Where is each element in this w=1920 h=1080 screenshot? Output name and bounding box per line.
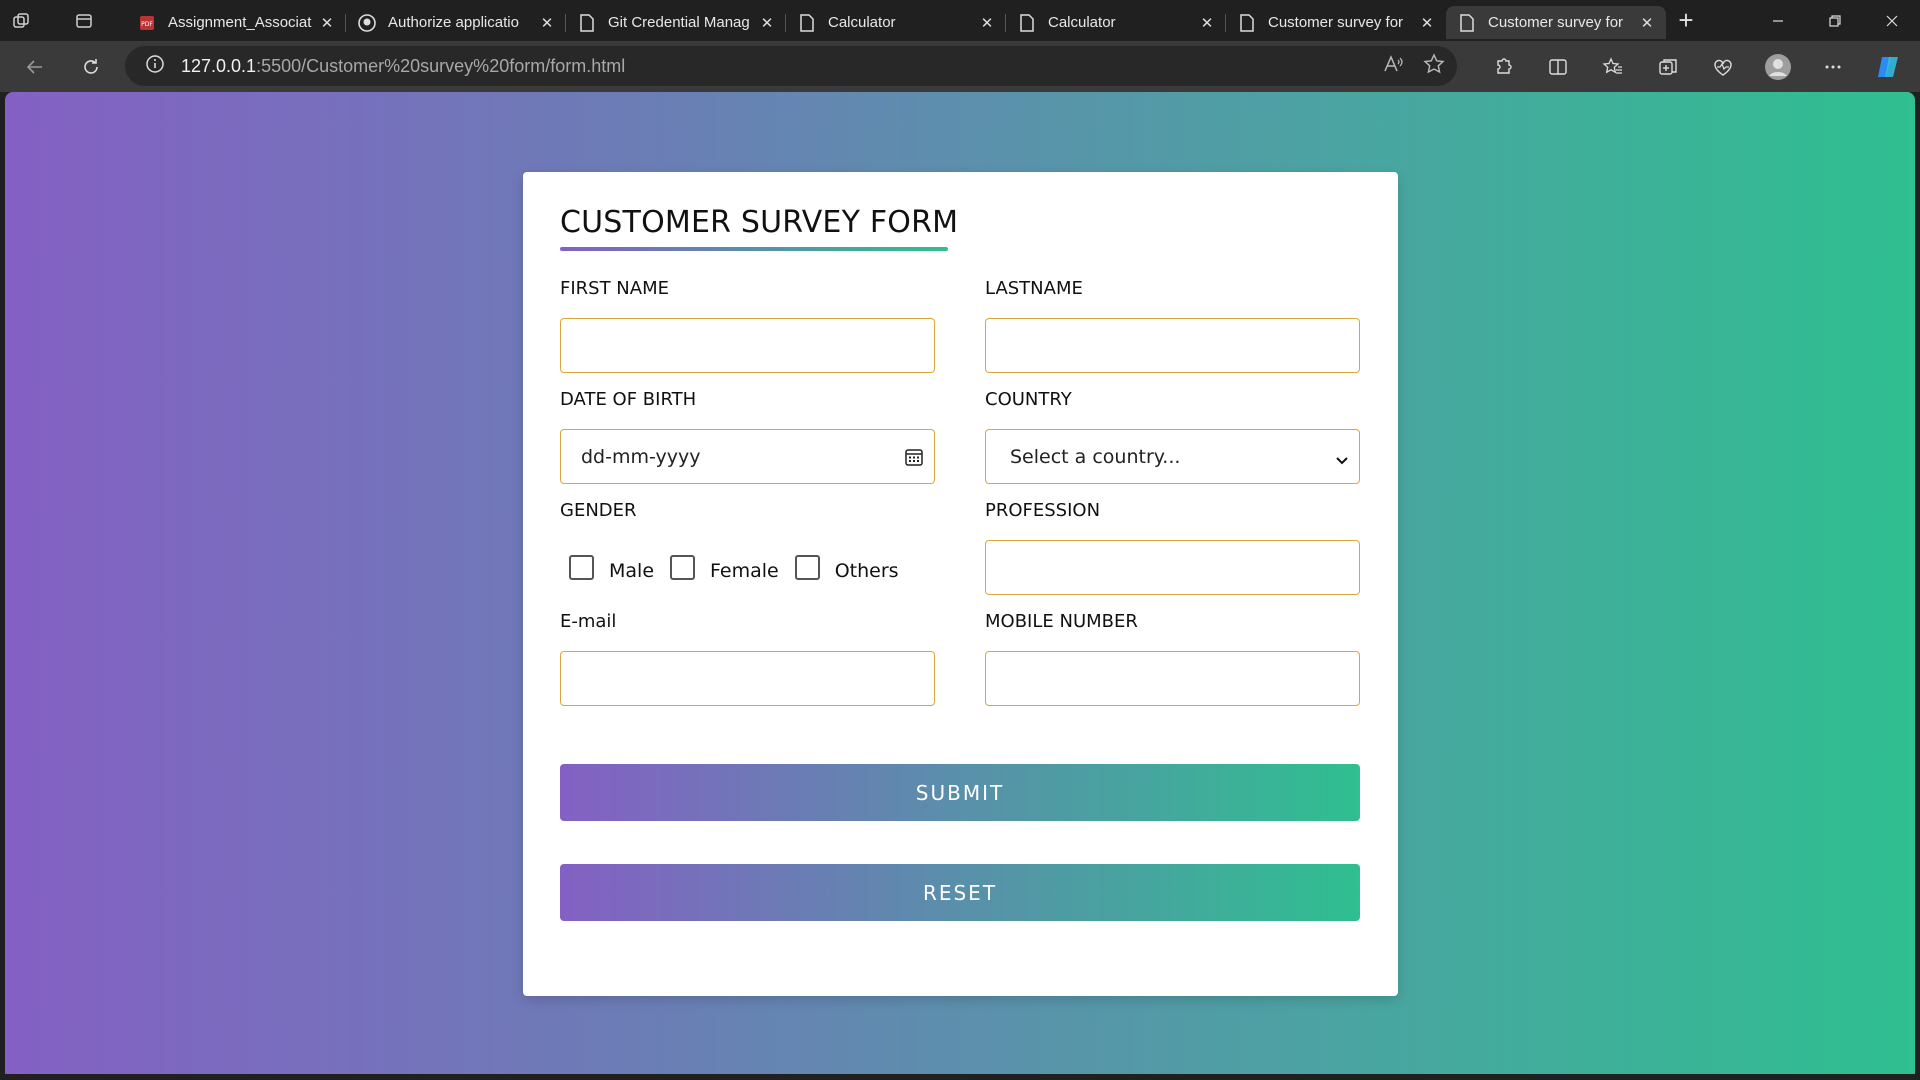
female-checkbox[interactable] xyxy=(670,554,696,580)
page-icon xyxy=(1458,13,1476,32)
submit-button[interactable]: SUBMIT xyxy=(560,764,1360,821)
workspaces-icon[interactable] xyxy=(0,0,41,41)
chevron-down-icon xyxy=(1335,450,1349,472)
close-tab-icon[interactable]: ✕ xyxy=(758,14,776,32)
email-label: E-mail xyxy=(560,611,617,632)
reset-button[interactable]: RESET xyxy=(560,864,1360,921)
github-icon xyxy=(358,13,376,32)
mobile-input[interactable] xyxy=(985,651,1360,706)
tab-strip: PDF Assignment_Associat ✕ Authorize appl… xyxy=(0,0,1920,41)
gender-field: GENDER xyxy=(560,500,935,526)
tab-title: Authorize applicatio xyxy=(388,14,519,31)
favorites-icon[interactable] xyxy=(1585,41,1640,92)
country-select[interactable]: Select a country... xyxy=(985,429,1360,484)
mobile-label: MOBILE NUMBER xyxy=(985,611,1138,632)
browser-essentials-icon[interactable] xyxy=(1695,41,1750,92)
browser-tab[interactable]: Customer survey for ✕ xyxy=(1226,6,1446,39)
collections-icon[interactable] xyxy=(1640,41,1695,92)
dob-input[interactable]: dd-mm-yyyy xyxy=(560,429,935,484)
profession-field: PROFESSION xyxy=(985,500,1360,595)
more-options-icon[interactable] xyxy=(1805,41,1860,92)
email-field: E-mail xyxy=(560,611,935,706)
close-window-icon[interactable] xyxy=(1863,0,1920,41)
favorite-star-icon[interactable] xyxy=(1423,53,1445,79)
browser-tab-active[interactable]: Customer survey for ✕ xyxy=(1446,6,1666,39)
read-aloud-icon[interactable] xyxy=(1383,54,1403,78)
survey-form-card: CUSTOMER SURVEY FORM FIRST NAME LASTNAME… xyxy=(523,172,1398,996)
others-checkbox[interactable] xyxy=(794,554,820,580)
url-path: :5500/Customer%20survey%20form/form.html xyxy=(256,55,626,76)
calendar-icon[interactable] xyxy=(904,447,924,472)
dob-label: DATE OF BIRTH xyxy=(560,389,697,410)
close-tab-icon[interactable]: ✕ xyxy=(318,14,336,32)
close-tab-icon[interactable]: ✕ xyxy=(1418,14,1436,32)
url-host: 127.0.0.1 xyxy=(181,55,257,76)
country-label: COUNTRY xyxy=(985,389,1072,410)
gender-options: Male Female Others xyxy=(560,552,899,582)
others-label: Others xyxy=(834,560,899,582)
first-name-input[interactable] xyxy=(560,318,935,373)
browser-tab[interactable]: PDF Assignment_Associat ✕ xyxy=(126,6,346,39)
tab-title: Calculator xyxy=(828,14,896,31)
address-bar[interactable]: 127.0.0.1:5500/Customer%20survey%20form/… xyxy=(125,46,1457,86)
svg-text:PDF: PDF xyxy=(141,21,153,28)
first-name-label: FIRST NAME xyxy=(560,278,669,299)
form-title: CUSTOMER SURVEY FORM xyxy=(560,205,959,240)
page-icon xyxy=(1238,13,1256,32)
address-toolbar: 127.0.0.1:5500/Customer%20survey%20form/… xyxy=(0,41,1920,92)
page-icon xyxy=(578,13,596,32)
tab-title: Git Credential Manag xyxy=(608,14,750,31)
tab-title: Customer survey for xyxy=(1268,14,1404,31)
extensions-icon[interactable] xyxy=(1475,41,1530,92)
window-controls xyxy=(1749,0,1920,41)
dob-field: DATE OF BIRTH dd-mm-yyyy xyxy=(560,389,935,484)
browser-tab[interactable]: Calculator ✕ xyxy=(786,6,1006,39)
country-selected-value: Select a country... xyxy=(1010,445,1181,468)
refresh-icon[interactable] xyxy=(63,41,119,92)
browser-tab[interactable]: Calculator ✕ xyxy=(1006,6,1226,39)
tab-title: Calculator xyxy=(1048,14,1116,31)
first-name-field: FIRST NAME xyxy=(560,278,935,373)
tab-title: Assignment_Associat xyxy=(168,14,312,31)
page-background: CUSTOMER SURVEY FORM FIRST NAME LASTNAME… xyxy=(5,92,1915,1074)
last-name-input[interactable] xyxy=(985,318,1360,373)
tab-title: Customer survey for xyxy=(1488,14,1624,31)
browser-toolbar xyxy=(1475,41,1915,92)
close-tab-icon[interactable]: ✕ xyxy=(978,14,996,32)
country-field: COUNTRY Select a country... xyxy=(985,389,1360,484)
address-bar-actions xyxy=(1383,46,1445,86)
back-arrow-icon[interactable] xyxy=(7,41,63,92)
last-name-label: LASTNAME xyxy=(985,278,1083,299)
gender-label: GENDER xyxy=(560,500,637,521)
male-label: Male xyxy=(609,560,655,582)
close-tab-icon[interactable]: ✕ xyxy=(1638,14,1656,32)
male-checkbox[interactable] xyxy=(569,554,594,580)
restore-icon[interactable] xyxy=(1806,0,1863,41)
close-tab-icon[interactable]: ✕ xyxy=(1198,14,1216,32)
pdf-icon: PDF xyxy=(138,14,156,32)
page-icon xyxy=(1018,13,1036,32)
email-input[interactable] xyxy=(560,651,935,706)
site-info-icon[interactable] xyxy=(145,54,165,78)
female-label: Female xyxy=(710,560,779,582)
mobile-field: MOBILE NUMBER xyxy=(985,611,1360,706)
last-name-field: LASTNAME xyxy=(985,278,1360,373)
profession-label: PROFESSION xyxy=(985,500,1101,521)
title-underline xyxy=(560,247,948,251)
url-text[interactable]: 127.0.0.1:5500/Customer%20survey%20form/… xyxy=(181,56,625,77)
browser-tab[interactable]: Git Credential Manag ✕ xyxy=(566,6,786,39)
minimize-icon[interactable] xyxy=(1749,0,1806,41)
close-tab-icon[interactable]: ✕ xyxy=(538,14,556,32)
new-tab-button[interactable]: + xyxy=(1666,1,1706,41)
page-icon xyxy=(798,13,816,32)
tab-actions-icon[interactable] xyxy=(63,0,104,41)
profile-avatar[interactable] xyxy=(1750,41,1805,92)
dob-placeholder: dd-mm-yyyy xyxy=(581,445,701,468)
copilot-icon[interactable] xyxy=(1860,41,1915,92)
split-screen-icon[interactable] xyxy=(1530,41,1585,92)
profession-input[interactable] xyxy=(985,540,1360,595)
browser-tab[interactable]: Authorize applicatio ✕ xyxy=(346,6,566,39)
